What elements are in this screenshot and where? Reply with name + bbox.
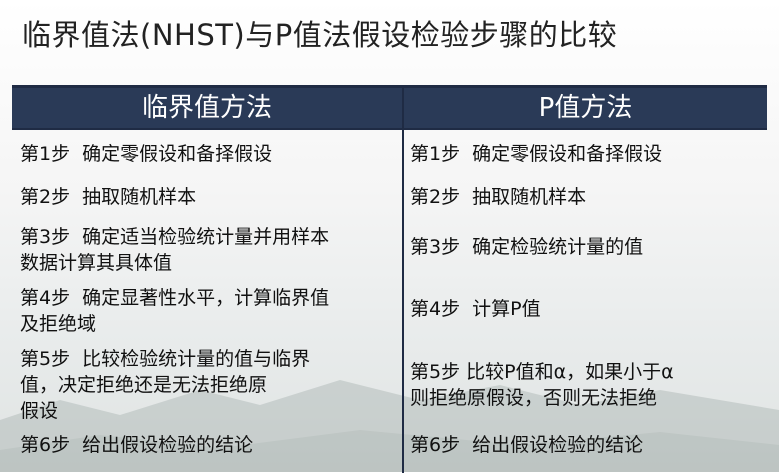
header-separator [12, 128, 767, 130]
table-cell: 第6步 给出假设检验的结论 [410, 434, 644, 456]
table-cell: 第2步 抽取随机样本 [20, 186, 197, 208]
comparison-table: 临界值方法 P值方法 第1步 确定零假设和备择假设 第2步 抽取随机样本 第3步… [12, 85, 767, 473]
table-cell: 第3步 确定检验统计量的值 [410, 236, 644, 258]
table-cell: 第4步 计算P值 [410, 298, 541, 320]
table-cell: 第1步 确定零假设和备择假设 [410, 143, 663, 165]
table-cell: 第4步 确定显著性水平，计算临界值 及拒绝域 [20, 287, 330, 335]
column-divider [402, 88, 404, 473]
table-cell: 第2步 抽取随机样本 [410, 186, 587, 208]
table-cell: 第3步 确定适当检验统计量并用样本 数据计算其具体值 [20, 226, 330, 274]
table-cell: 第6步 给出假设检验的结论 [20, 434, 254, 456]
column-header-p-value: P值方法 [538, 93, 633, 123]
table-cell: 第1步 确定零假设和备择假设 [20, 143, 273, 165]
table-cell: 第5步 比较P值和α，如果小于α 则拒绝原假设，否则无法拒绝 [410, 361, 674, 409]
column-header-critical-value: 临界值方法 [141, 93, 272, 123]
table-cell: 第5步 比较检验统计量的值与临界 值，决定拒绝还是无法拒绝原 假设 [20, 348, 311, 422]
table-header: 临界值方法 P值方法 [12, 88, 767, 128]
page-title: 临界值法(NHST)与P值法假设检验步骤的比较 [22, 18, 618, 52]
